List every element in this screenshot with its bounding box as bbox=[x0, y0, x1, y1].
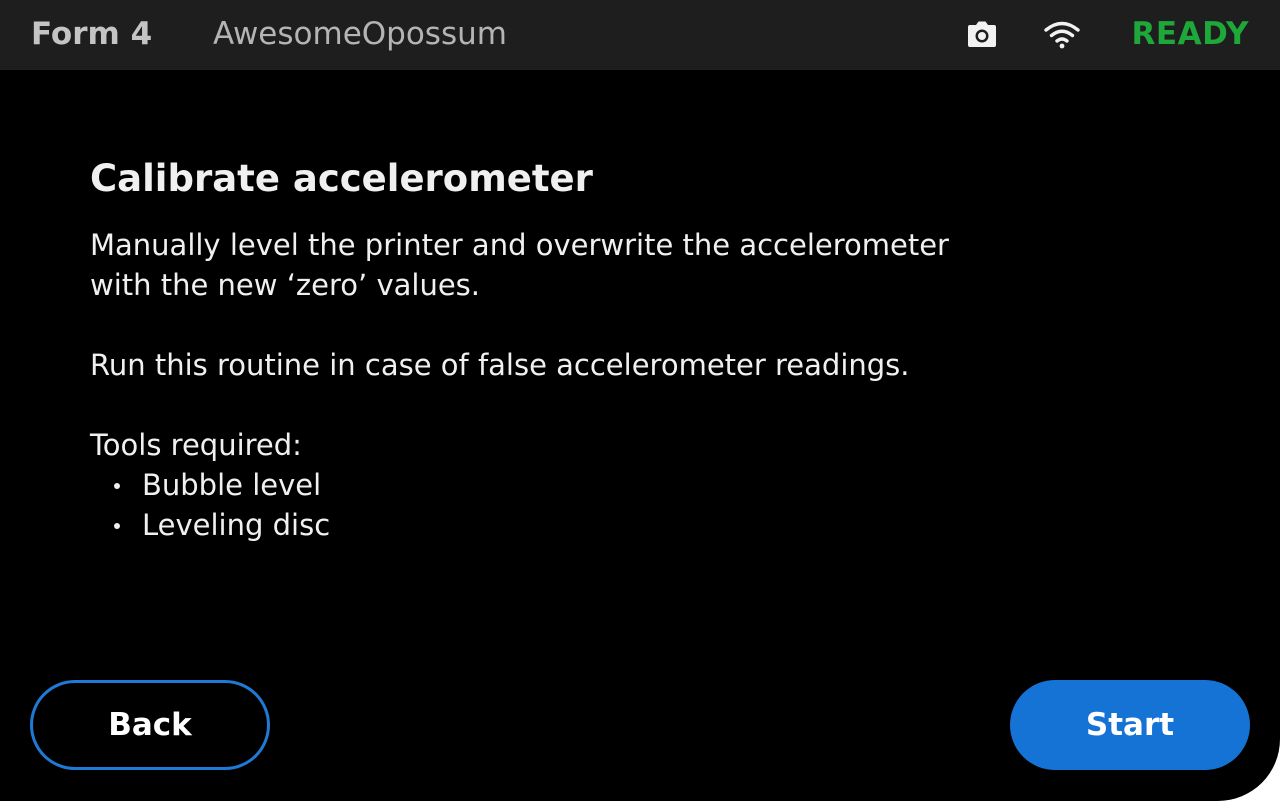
tools-heading: Tools required: bbox=[90, 428, 302, 462]
printer-model: Form 4 bbox=[31, 16, 153, 52]
screen: Form 4 AwesomeOpossum READY Calibrate ac… bbox=[0, 0, 1280, 801]
main-content: Calibrate accelerometer Manually level t… bbox=[90, 156, 1190, 545]
start-button[interactable]: Start bbox=[1010, 680, 1250, 770]
description: Manually level the printer and overwrite… bbox=[90, 225, 1190, 305]
description-line-2: with the new ‘zero’ values. bbox=[90, 268, 480, 302]
list-item: Bubble level bbox=[90, 465, 1190, 505]
status-badge: READY bbox=[1131, 16, 1249, 52]
description-line-1: Manually level the printer and overwrite… bbox=[90, 228, 949, 262]
page-title: Calibrate accelerometer bbox=[90, 157, 593, 200]
wifi-icon bbox=[1043, 20, 1081, 50]
top-bar: Form 4 AwesomeOpossum READY bbox=[0, 0, 1280, 70]
back-button[interactable]: Back bbox=[30, 680, 270, 770]
note-text: Run this routine in case of false accele… bbox=[90, 348, 910, 382]
camera-icon[interactable] bbox=[966, 20, 998, 50]
list-item: Leveling disc bbox=[90, 505, 1190, 545]
printer-name: AwesomeOpossum bbox=[213, 16, 507, 52]
tools-list: Bubble level Leveling disc bbox=[90, 465, 1190, 545]
